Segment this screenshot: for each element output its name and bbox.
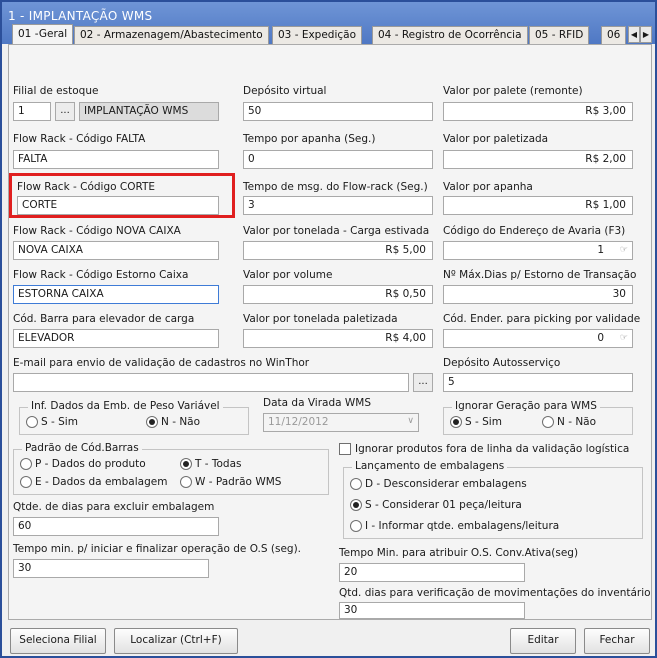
max-dias-estorno-input[interactable]: 30 — [443, 285, 633, 304]
seleciona-filial-button[interactable]: Seleciona Filial — [10, 628, 106, 654]
email-validacao-input[interactable] — [13, 373, 409, 392]
tab-scroll-left-icon[interactable]: ◀ — [628, 26, 640, 43]
fechar-button[interactable]: Fechar — [584, 628, 650, 654]
valor-apanha-label: Valor por apanha — [443, 181, 533, 193]
lancamento-i-radio[interactable]: I - Informar qtde. embalagens/leitura — [350, 520, 559, 532]
valor-palete-label: Valor por palete (remonte) — [443, 85, 583, 97]
lookup-icon[interactable]: ☞ — [620, 245, 628, 255]
filial-code-input[interactable]: 1 — [13, 102, 51, 121]
qtd-dias-inventario-input[interactable]: 30 — [339, 602, 525, 619]
padrao-barras-t-radio[interactable]: T - Todas — [180, 458, 242, 470]
tab-06[interactable]: 06 — [601, 26, 627, 44]
valor-palete-input[interactable]: R$ 3,00 — [443, 102, 633, 121]
ender-picking-label: Cód. Ender. para picking por validade — [443, 313, 641, 325]
tab-scroll: ◀ ▶ — [628, 26, 652, 43]
deposito-autoservico-label: Depósito Autosserviço — [443, 357, 561, 369]
tempo-apanha-input[interactable]: 0 — [243, 150, 433, 169]
cod-barra-elevador-label: Cód. Barra para elevador de carga — [13, 313, 195, 325]
qtde-dias-excluir-input[interactable]: 60 — [13, 517, 219, 536]
tab-panel-geral: Filial de estoque 1 ... IMPLANTAÇÃO WMS … — [8, 44, 652, 620]
tempo-min-os-input[interactable]: 30 — [13, 559, 209, 578]
valor-volume-label: Valor por volume — [243, 269, 333, 281]
ender-picking-input[interactable]: 0 ☞ — [443, 329, 633, 348]
localizar-button[interactable]: Localizar (Ctrl+F) — [114, 628, 238, 654]
tab-expedicao[interactable]: 03 - Expedição — [272, 26, 363, 44]
valor-apanha-input[interactable]: R$ 1,00 — [443, 196, 633, 215]
filial-label: Filial de estoque — [13, 85, 99, 97]
valor-paletizada-label: Valor por paletizada — [443, 133, 549, 145]
flow-estorno-input[interactable]: ESTORNA CAIXA — [13, 285, 219, 304]
valor-volume-input[interactable]: R$ 0,50 — [243, 285, 433, 304]
max-dias-estorno-label: Nº Máx.Dias p/ Estorno de Transação — [443, 269, 637, 281]
ignorar-geracao-title: Ignorar Geração para WMS — [452, 400, 600, 412]
ignorar-geracao-nao-radio[interactable]: N - Não — [542, 416, 596, 428]
flow-corte-label: Flow Rack - Código CORTE — [17, 181, 156, 193]
peso-variavel-title: Inf. Dados da Emb. de Peso Variável — [28, 400, 223, 412]
checkbox-box[interactable] — [339, 443, 351, 455]
filial-name-display: IMPLANTAÇÃO WMS — [79, 102, 219, 121]
tab-armazenagem[interactable]: 02 - Armazenagem/Abastecimento — [74, 26, 269, 44]
valor-tonelada-estivada-input[interactable]: R$ 5,00 — [243, 241, 433, 260]
tempo-conv-ativa-input[interactable]: 20 — [339, 563, 525, 582]
padrao-barras-title: Padrão de Cód.Barras — [22, 442, 142, 454]
tab-geral[interactable]: 01 -Geral — [12, 24, 74, 45]
flow-falta-input[interactable]: FALTA — [13, 150, 219, 169]
ignorar-geracao-group: Ignorar Geração para WMS S - Sim N - Não — [443, 400, 633, 435]
tab-rfid[interactable]: 05 - RFID — [529, 26, 590, 44]
cod-barra-elevador-input[interactable]: ELEVADOR — [13, 329, 219, 348]
valor-tonelada-paletizada-label: Valor por tonelada paletizada — [243, 313, 398, 325]
lancamento-d-radio[interactable]: D - Desconsiderar embalagens — [350, 478, 527, 490]
peso-variavel-nao-radio[interactable]: N - Não — [146, 416, 200, 428]
chevron-down-icon[interactable]: ∨ — [407, 416, 414, 426]
peso-variavel-group: Inf. Dados da Emb. de Peso Variável S - … — [19, 400, 249, 435]
qtd-dias-inventario-label: Qtd. dias para verificação de movimentaç… — [339, 587, 651, 599]
deposito-virtual-input[interactable]: 50 — [243, 102, 433, 121]
padrao-barras-e-radio[interactable]: E - Dados da embalagem — [20, 476, 167, 488]
data-virada-value: 11/12/2012 — [268, 416, 329, 428]
valor-tonelada-paletizada-input[interactable]: R$ 4,00 — [243, 329, 433, 348]
data-virada-label: Data da Virada WMS — [263, 397, 372, 409]
deposito-autoservico-input[interactable]: 5 — [443, 373, 633, 392]
lancamento-s-radio[interactable]: S - Considerar 01 peça/leitura — [350, 499, 522, 511]
filial-lookup-button[interactable]: ... — [55, 102, 75, 121]
data-virada-input[interactable]: 11/12/2012 ∨ — [263, 413, 419, 432]
email-validacao-label: E-mail para envio de validação de cadast… — [13, 357, 310, 369]
lookup-icon[interactable]: ☞ — [620, 333, 628, 343]
ignorar-produtos-label: Ignorar produtos fora de linha da valida… — [355, 443, 630, 455]
tab-scroll-right-icon[interactable]: ▶ — [640, 26, 652, 43]
padrao-barras-p-radio[interactable]: P - Dados do produto — [20, 458, 146, 470]
deposito-virtual-label: Depósito virtual — [243, 85, 327, 97]
lancamento-title: Lançamento de embalagens — [352, 460, 508, 472]
tempo-min-os-label: Tempo min. p/ iniciar e finalizar operaç… — [13, 543, 302, 555]
email-lookup-button[interactable]: ... — [413, 373, 433, 392]
window-title: 1 - IMPLANTAÇÃO WMS — [8, 9, 153, 23]
padrao-barras-group: Padrão de Cód.Barras P - Dados do produt… — [13, 442, 329, 495]
tempo-msg-label: Tempo de msg. do Flow-rack (Seg.) — [243, 181, 428, 193]
peso-variavel-sim-radio[interactable]: S - Sim — [26, 416, 78, 428]
tempo-apanha-label: Tempo por apanha (Seg.) — [243, 133, 376, 145]
flow-nova-caixa-label: Flow Rack - Código NOVA CAIXA — [13, 225, 181, 237]
tempo-msg-input[interactable]: 3 — [243, 196, 433, 215]
valor-tonelada-estivada-label: Valor por tonelada - Carga estivada — [243, 225, 430, 237]
flow-falta-label: Flow Rack - Código FALTA — [13, 133, 146, 145]
ender-picking-value: 0 — [597, 332, 604, 344]
qtde-dias-excluir-label: Qtde. de dias para excluir embalagem — [13, 501, 215, 513]
lancamento-group: Lançamento de embalagens D - Desconsider… — [343, 460, 643, 539]
tab-registro-ocorrencia[interactable]: 04 - Registro de Ocorrência — [372, 26, 528, 44]
flow-nova-caixa-input[interactable]: NOVA CAIXA — [13, 241, 219, 260]
ignorar-geracao-sim-radio[interactable]: S - Sim — [450, 416, 502, 428]
tab-strip: 01 -Geral 02 - Armazenagem/Abastecimento… — [8, 24, 652, 45]
tempo-conv-ativa-label: Tempo Min. para atribuir O.S. Conv.Ativa… — [339, 547, 579, 559]
flow-corte-input[interactable]: CORTE — [17, 196, 219, 215]
valor-paletizada-input[interactable]: R$ 2,00 — [443, 150, 633, 169]
flow-estorno-label: Flow Rack - Código Estorno Caixa — [13, 269, 189, 281]
ignorar-produtos-checkbox[interactable]: Ignorar produtos fora de linha da valida… — [339, 443, 629, 455]
endereco-avaria-input[interactable]: 1 ☞ — [443, 241, 633, 260]
padrao-barras-w-radio[interactable]: W - Padrão WMS — [180, 476, 281, 488]
editar-button[interactable]: Editar — [510, 628, 576, 654]
endereco-avaria-label: Código do Endereço de Avaria (F3) — [443, 225, 626, 237]
endereco-avaria-value: 1 — [597, 244, 604, 256]
window-frame: 1 - IMPLANTAÇÃO WMS 01 -Geral 02 - Armaz… — [0, 0, 657, 658]
